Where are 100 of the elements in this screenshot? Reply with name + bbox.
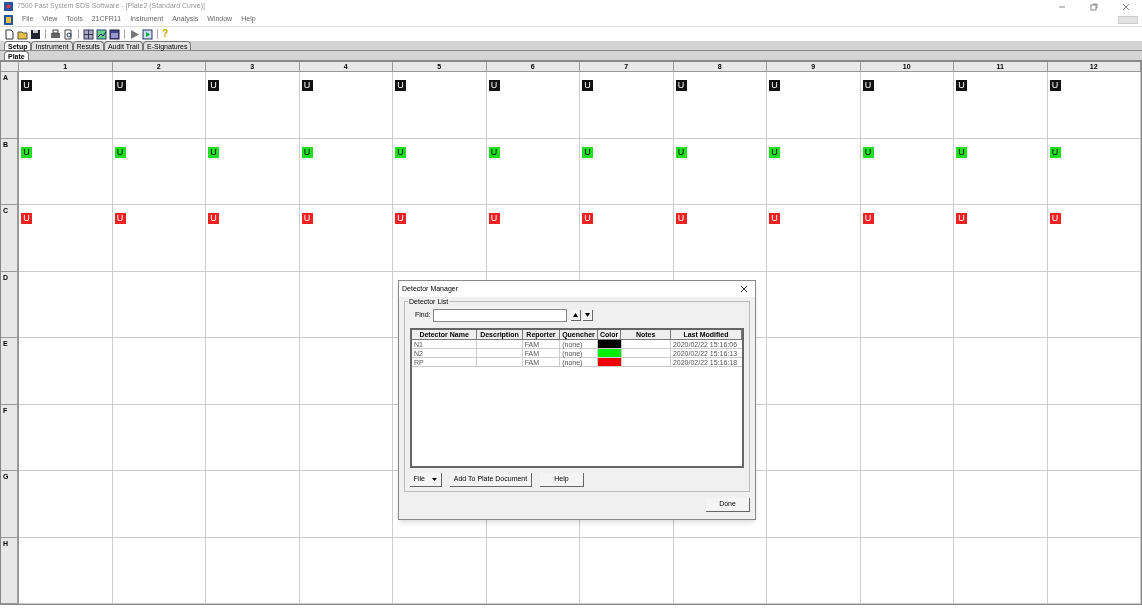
plate-well[interactable] xyxy=(767,537,861,604)
plate-well[interactable]: U xyxy=(767,72,861,139)
plate-well[interactable] xyxy=(767,404,861,471)
plate-well[interactable]: U xyxy=(1047,205,1141,272)
plate-well[interactable] xyxy=(954,471,1048,538)
plate-well[interactable]: U xyxy=(860,205,954,272)
plate-well[interactable] xyxy=(1047,338,1141,405)
plate-well[interactable] xyxy=(580,537,674,604)
plate-well[interactable] xyxy=(954,338,1048,405)
plate-well[interactable] xyxy=(19,271,113,338)
plate-well[interactable] xyxy=(1047,404,1141,471)
plate-well[interactable]: U xyxy=(1047,72,1141,139)
plate-well[interactable]: U xyxy=(19,138,113,205)
plate-well[interactable] xyxy=(19,537,113,604)
find-field[interactable] xyxy=(432,309,567,322)
plate-well[interactable] xyxy=(112,404,206,471)
plate-well[interactable] xyxy=(860,404,954,471)
plate-well[interactable] xyxy=(393,537,487,604)
plate-well[interactable]: U xyxy=(19,205,113,272)
close-icon[interactable] xyxy=(740,284,748,294)
plate-well[interactable] xyxy=(299,271,393,338)
plate-well[interactable]: U xyxy=(767,138,861,205)
plate-well[interactable]: U xyxy=(393,205,487,272)
down-button[interactable] xyxy=(582,310,593,321)
plate-well[interactable] xyxy=(206,271,300,338)
plate-well[interactable] xyxy=(954,537,1048,604)
plate-well[interactable]: U xyxy=(486,205,580,272)
folder-icon[interactable] xyxy=(17,28,28,40)
plate-well[interactable]: U xyxy=(393,72,487,139)
plate-well[interactable] xyxy=(299,338,393,405)
plate-well[interactable]: U xyxy=(580,138,674,205)
plate-well[interactable]: U xyxy=(299,72,393,139)
plate-well[interactable]: U xyxy=(299,205,393,272)
plate-well[interactable] xyxy=(673,537,767,604)
plate-well[interactable] xyxy=(299,471,393,538)
play-icon[interactable] xyxy=(129,28,140,40)
printer-icon[interactable] xyxy=(50,28,61,40)
plate-well[interactable]: U xyxy=(112,205,206,272)
plate-well[interactable]: U xyxy=(486,72,580,139)
plate-well[interactable] xyxy=(112,271,206,338)
well-marker: U xyxy=(1049,80,1061,91)
plate-well[interactable] xyxy=(299,404,393,471)
plate-well[interactable]: U xyxy=(299,138,393,205)
plate-well[interactable] xyxy=(206,404,300,471)
plate-well[interactable]: U xyxy=(673,138,767,205)
plate-well[interactable]: U xyxy=(19,72,113,139)
plate-well[interactable] xyxy=(299,537,393,604)
plate-well[interactable]: U xyxy=(206,72,300,139)
grid-icon[interactable] xyxy=(83,28,94,40)
plate-well[interactable] xyxy=(486,537,580,604)
chart-icon[interactable] xyxy=(96,28,107,40)
plate-well[interactable]: U xyxy=(954,205,1048,272)
plate-well[interactable]: U xyxy=(393,138,487,205)
plate-well[interactable]: U xyxy=(112,72,206,139)
plate-well[interactable]: U xyxy=(767,205,861,272)
plate-well[interactable] xyxy=(19,338,113,405)
plate-well[interactable] xyxy=(206,537,300,604)
plate-well[interactable]: U xyxy=(860,72,954,139)
plate-well[interactable] xyxy=(206,338,300,405)
plate-well[interactable]: U xyxy=(954,72,1048,139)
plate-well[interactable] xyxy=(1047,537,1141,604)
plate-well[interactable] xyxy=(767,338,861,405)
plate-well[interactable] xyxy=(767,471,861,538)
window-play-icon[interactable] xyxy=(142,28,153,40)
plate-well[interactable] xyxy=(112,537,206,604)
plate-well[interactable]: U xyxy=(580,72,674,139)
plate-well[interactable]: U xyxy=(860,138,954,205)
plate-well[interactable] xyxy=(860,338,954,405)
plate-well[interactable]: U xyxy=(486,138,580,205)
plate-well[interactable] xyxy=(860,537,954,604)
plate-well[interactable] xyxy=(1047,471,1141,538)
plate-well[interactable] xyxy=(112,471,206,538)
plate-well[interactable] xyxy=(860,271,954,338)
plate-well[interactable]: U xyxy=(673,205,767,272)
plate-well[interactable] xyxy=(112,338,206,405)
plate-well[interactable]: U xyxy=(206,138,300,205)
plate-well[interactable]: U xyxy=(1047,138,1141,205)
plate-well[interactable]: U xyxy=(673,72,767,139)
plate-well[interactable]: U xyxy=(954,138,1048,205)
plate-well[interactable] xyxy=(954,271,1048,338)
restore-icon[interactable] xyxy=(1090,2,1098,11)
plate-well[interactable] xyxy=(1047,271,1141,338)
window-icon[interactable] xyxy=(109,28,120,40)
blank-page-icon[interactable] xyxy=(4,28,15,40)
up-button[interactable] xyxy=(570,310,581,321)
well-marker: U xyxy=(301,80,313,91)
page-magnifier-icon[interactable] xyxy=(63,28,74,40)
plate-well[interactable] xyxy=(19,404,113,471)
well-marker: U xyxy=(862,213,874,224)
plate-well[interactable]: U xyxy=(580,205,674,272)
well-marker: U xyxy=(395,146,406,158)
plate-well[interactable] xyxy=(860,471,954,538)
plate-well[interactable]: U xyxy=(206,205,300,272)
plate-well[interactable] xyxy=(954,404,1048,471)
well-marker: U xyxy=(1049,146,1061,158)
mdi-controls-icon[interactable] xyxy=(1118,15,1138,24)
plate-well[interactable] xyxy=(767,271,861,338)
plate-well[interactable] xyxy=(19,471,113,538)
plate-well[interactable]: U xyxy=(112,138,206,205)
plate-well[interactable] xyxy=(206,471,300,538)
